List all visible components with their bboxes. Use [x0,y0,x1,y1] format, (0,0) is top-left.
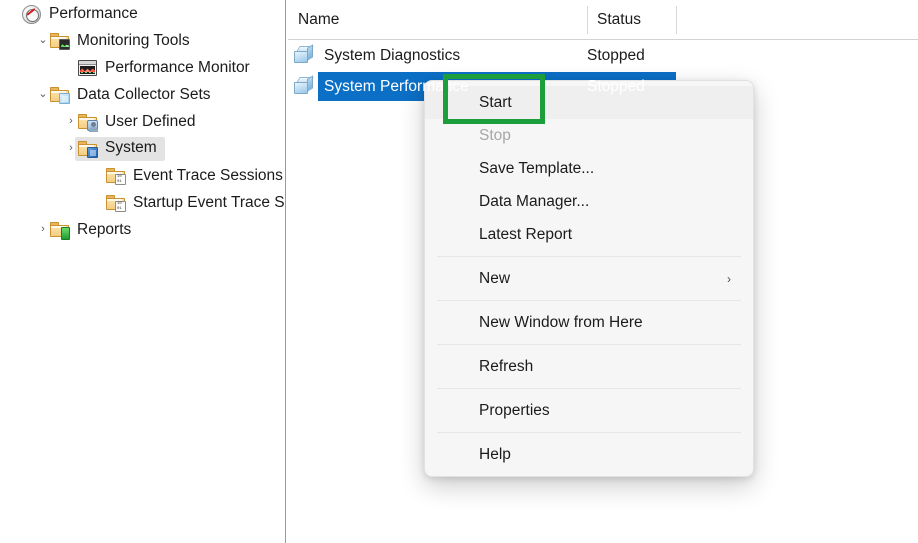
chevron-right-icon[interactable]: › [36,224,50,235]
table-row[interactable]: System Performance Stopped [288,71,918,102]
folder-user-icon [78,114,98,132]
performance-monitor-window: Performance ⌄ Monitoring Tools Performance … [0,0,918,543]
tree-item-user-defined[interactable]: › User Defined [0,108,285,135]
console-tree[interactable]: Performance ⌄ Monitoring Tools Performance … [0,0,285,243]
tree-item-data-collector-sets[interactable]: ⌄ Data Collector Sets [0,81,285,108]
row-name-cell: System Diagnostics [324,46,461,64]
folder-cube-icon [50,87,70,104]
folder-user-icon [78,112,99,132]
tree-item-label: Performance Monitor [105,58,250,76]
column-header-status[interactable]: Status [587,0,676,40]
performance-monitor-icon [78,58,99,77]
row-status-cell: Stopped [587,46,645,64]
tree-item-monitoring-tools[interactable]: ⌄ Monitoring Tools [0,27,285,54]
menu-item-label: Start [479,93,512,111]
column-divider[interactable] [587,6,588,34]
menu-item-save-template[interactable]: Save Template... [425,152,753,185]
folder-trace-icon [106,166,127,185]
collector-set-cube-icon [294,44,315,65]
tree-item-content[interactable]: Performance [22,4,138,24]
menu-item-refresh[interactable]: Refresh [425,350,753,383]
folder-cube-icon [50,85,71,104]
row-status-cell: Stopped [587,77,645,95]
tree-item-performance-monitor[interactable]: Performance Monitor [0,54,285,81]
row-name-cell: System Performance [324,77,469,95]
tree-item-startup-event-trace-sess[interactable]: Startup Event Trace Sess [0,189,285,216]
tree-item-content[interactable]: Event Trace Sessions [106,166,283,185]
folder-graph-icon [50,33,70,50]
menu-item-data-manager[interactable]: Data Manager... [425,185,753,218]
performance-gauge-icon [22,4,43,24]
performance-monitor-icon [78,60,97,76]
tree-item-content[interactable]: Reports [50,220,132,240]
tree-item-system[interactable]: › System [0,135,285,162]
menu-item-label: Properties [479,401,550,419]
menu-item-label: Help [479,445,511,463]
folder-trace-icon [106,193,127,212]
tree-item-performance[interactable]: Performance [0,0,285,27]
menu-separator [437,300,741,301]
tree-item-label: Data Collector Sets [77,85,211,103]
menu-separator [437,256,741,257]
chevron-down-icon[interactable]: ⌄ [36,35,50,46]
tree-item-content[interactable]: Startup Event Trace Sess [106,193,285,212]
context-menu[interactable]: Start Stop Save Template... Data Manager...… [424,80,754,477]
folder-trace-icon [106,168,126,185]
menu-item-label: Latest Report [479,225,573,243]
table-row[interactable]: System Diagnostics Stopped [288,40,918,71]
menu-item-help[interactable]: Help [425,438,753,471]
menu-item-label: New [479,269,511,287]
collector-set-cube-icon [294,44,315,65]
tree-item-label: Performance [49,4,138,22]
menu-item-properties[interactable]: Properties [425,394,753,427]
menu-separator [437,432,741,433]
chevron-right-icon: › [727,271,731,286]
folder-report-icon [50,222,70,240]
folder-system-cube-icon [78,139,99,158]
menu-item-label: New Window from Here [479,313,643,331]
tree-item-content[interactable]: User Defined [78,112,196,132]
tree-item-content[interactable]: System [75,136,165,161]
tree-item-content[interactable]: Monitoring Tools [50,31,190,50]
menu-item-new[interactable]: New › [425,262,753,295]
menu-item-latest-report[interactable]: Latest Report [425,218,753,251]
menu-item-stop: Stop [425,119,753,152]
folder-trace-icon [106,195,126,212]
menu-item-label: Stop [479,126,511,144]
menu-item-label: Data Manager... [479,192,590,210]
tree-item-content[interactable]: Data Collector Sets [50,85,211,104]
collector-set-cube-icon [294,75,315,96]
tree-item-label: System [105,139,157,156]
menu-item-label: Refresh [479,357,534,375]
folder-graph-icon [50,31,71,50]
tree-item-reports[interactable]: › Reports [0,216,285,243]
folder-system-cube-icon [78,140,98,158]
collector-set-cube-icon [294,75,315,96]
tree-item-label: Event Trace Sessions [133,166,283,184]
console-tree-panel: Performance ⌄ Monitoring Tools Performance … [0,0,286,543]
chevron-down-icon[interactable]: ⌄ [36,89,50,100]
column-divider[interactable] [676,6,677,34]
list-column-headers: Name Status [288,0,918,40]
column-header-name[interactable]: Name [288,0,587,40]
chevron-right-icon[interactable]: › [64,116,78,127]
tree-item-label: User Defined [105,112,196,130]
tree-item-label: Startup Event Trace Sess [133,193,285,211]
menu-item-label: Save Template... [479,159,595,177]
performance-gauge-icon [22,5,41,24]
menu-separator [437,344,741,345]
menu-separator [437,388,741,389]
folder-report-icon [50,220,71,240]
tree-item-label: Reports [77,220,132,238]
tree-item-label: Monitoring Tools [77,31,190,49]
menu-item-new-window-from-here[interactable]: New Window from Here [425,306,753,339]
tree-item-event-trace-sessions[interactable]: Event Trace Sessions [0,162,285,189]
tree-item-content[interactable]: Performance Monitor [78,58,250,77]
list-rows[interactable]: System Diagnostics Stopped System Performa… [288,40,918,102]
